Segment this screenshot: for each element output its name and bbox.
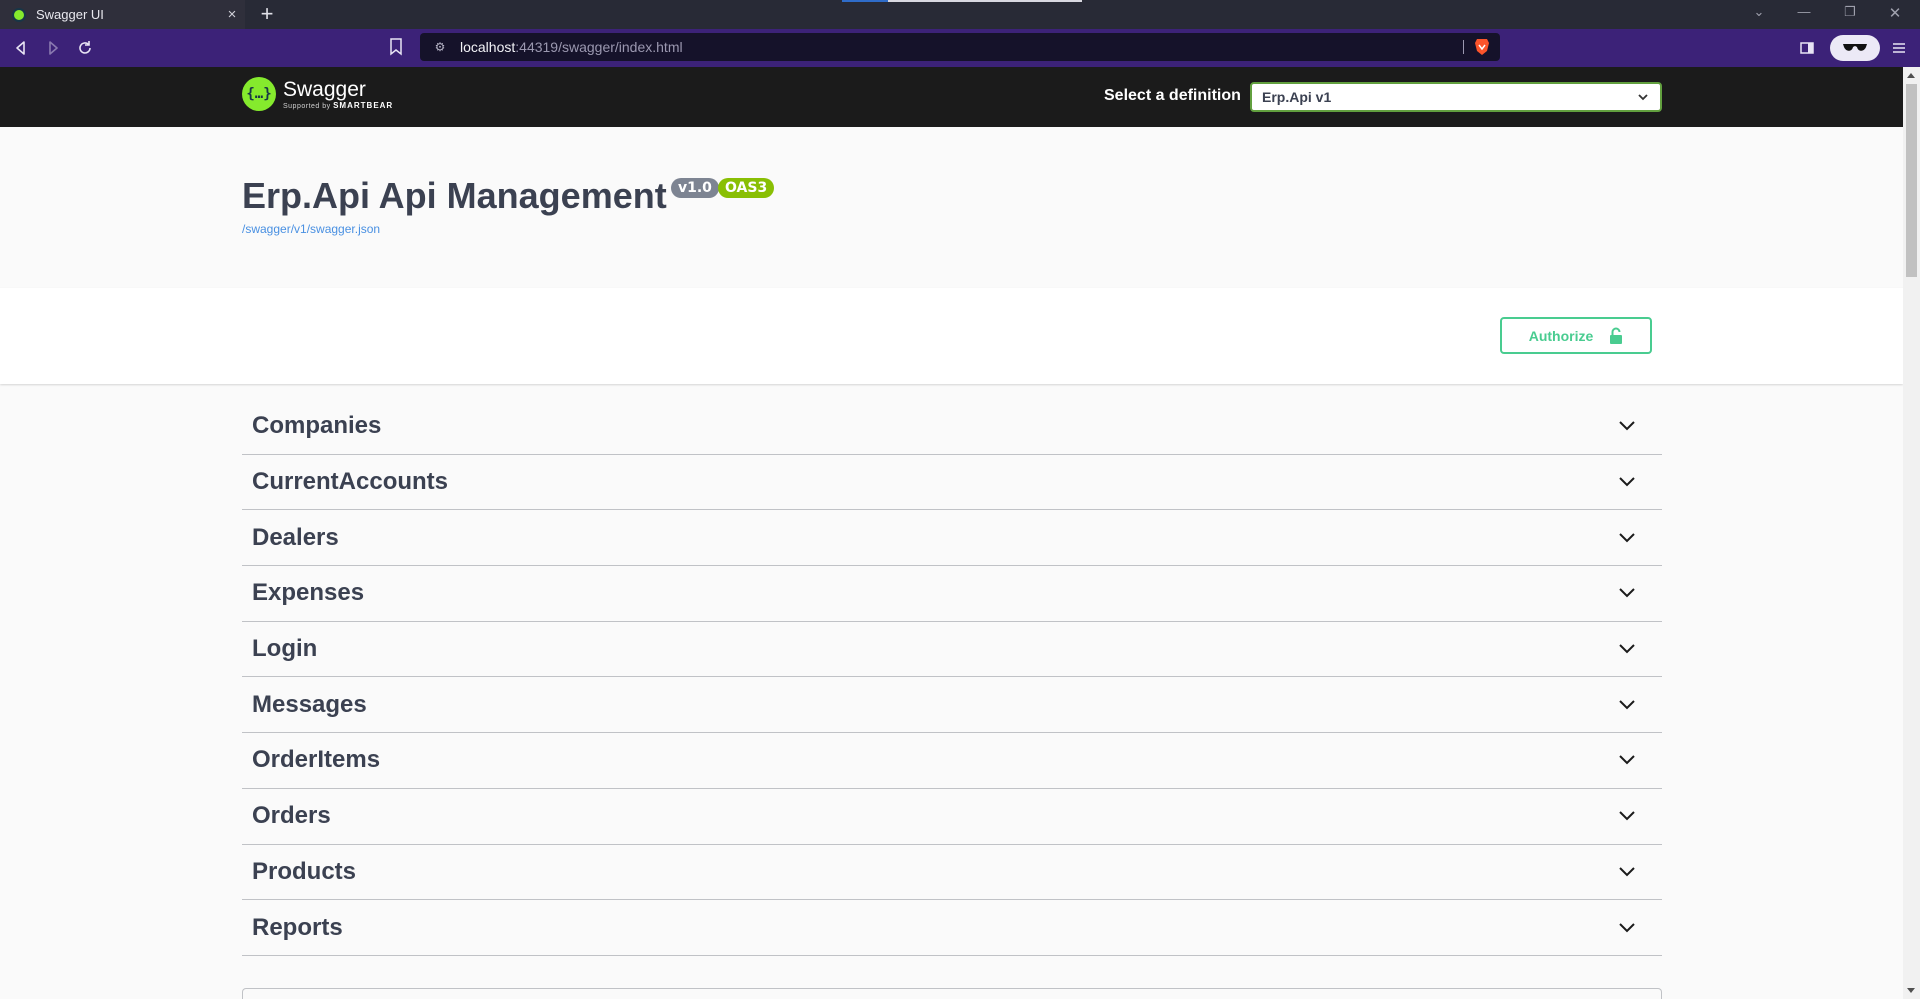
- page-scrollbar[interactable]: [1903, 67, 1920, 999]
- definition-label: Select a definition: [1104, 87, 1241, 104]
- oas-badge: OAS3: [718, 178, 775, 198]
- tab-close-icon[interactable]: ×: [219, 6, 245, 23]
- tag-name: Dealers: [252, 523, 339, 551]
- scrollbar-thumb[interactable]: [1906, 84, 1917, 277]
- tag-list: Companies CurrentAccounts Dealers Expenses L…: [242, 399, 1662, 956]
- scheme-container: Authorize: [0, 288, 1903, 384]
- scroll-up-icon[interactable]: [1907, 73, 1915, 78]
- new-tab-button[interactable]: +: [255, 2, 279, 26]
- brave-shields-icon[interactable]: [1474, 38, 1490, 56]
- swagger-favicon-icon: [12, 7, 26, 22]
- reload-icon[interactable]: [74, 37, 96, 59]
- chevron-down-icon[interactable]: [1617, 528, 1637, 548]
- chevron-down-icon[interactable]: [1617, 862, 1637, 882]
- definition-select-value: Erp.Api v1: [1262, 89, 1332, 105]
- tag-name: Messages: [252, 690, 367, 718]
- address-bar[interactable]: ⚙ localhost:44319/swagger/index.html: [420, 33, 1500, 61]
- api-info-section: Erp.Api Api Management v1.0 OAS3 /swagge…: [0, 127, 1903, 288]
- bookmark-icon[interactable]: [389, 38, 403, 56]
- tag-name: Reports: [252, 913, 343, 941]
- tag-name: CurrentAccounts: [252, 468, 449, 496]
- tag-section[interactable]: OrderItems: [242, 733, 1662, 789]
- tab-strip-indicator: [842, 0, 888, 2]
- tag-name: Products: [252, 857, 357, 885]
- tab-strip-indicator-light: [888, 0, 1082, 2]
- tag-name: Orders: [252, 802, 331, 830]
- tag-section[interactable]: Login: [242, 622, 1662, 678]
- tag-name: Login: [252, 635, 318, 663]
- browser-tab[interactable]: Swagger UI ×: [0, 0, 245, 29]
- chevron-down-icon[interactable]: [1617, 806, 1637, 826]
- extension-glasses-icon[interactable]: [1830, 35, 1880, 61]
- tag-section[interactable]: Dealers: [242, 510, 1662, 567]
- chevron-down-icon: [1638, 94, 1648, 101]
- version-badge: v1.0: [671, 178, 719, 198]
- url-path: :44319/swagger/index.html: [515, 39, 683, 55]
- url-host: localhost: [460, 39, 516, 55]
- tab-search-chevron-icon[interactable]: ⌄: [1747, 4, 1771, 20]
- browser-toolbar: ⚙ localhost:44319/swagger/index.html: [0, 29, 1920, 67]
- chevron-down-icon[interactable]: [1617, 416, 1637, 436]
- back-icon[interactable]: [10, 37, 32, 59]
- scroll-down-icon[interactable]: [1907, 988, 1915, 993]
- chevron-down-icon[interactable]: [1617, 639, 1637, 659]
- lock-icon: [1610, 327, 1623, 344]
- minimize-icon[interactable]: —: [1792, 4, 1816, 19]
- tag-section[interactable]: Reports: [242, 900, 1662, 956]
- tag-section[interactable]: Messages: [242, 677, 1662, 734]
- chevron-down-icon[interactable]: [1617, 583, 1637, 603]
- chevron-down-icon[interactable]: [1617, 918, 1637, 938]
- tag-section[interactable]: CurrentAccounts: [242, 455, 1662, 511]
- authorize-label: Authorize: [1528, 327, 1594, 344]
- sidebar-toggle-icon[interactable]: [1796, 37, 1818, 59]
- url-divider: [1463, 40, 1464, 54]
- spec-json-link[interactable]: /swagger/v1/swagger.json: [242, 222, 380, 236]
- swagger-logo[interactable]: {…} Swagger Supported by SMARTBEAR: [242, 77, 393, 111]
- chevron-down-icon[interactable]: [1617, 750, 1637, 770]
- definition-select[interactable]: Erp.Api v1: [1250, 82, 1662, 112]
- tag-section[interactable]: Expenses: [242, 566, 1662, 622]
- forward-icon[interactable]: [42, 37, 64, 59]
- chevron-down-icon[interactable]: [1617, 472, 1637, 492]
- chevron-down-icon[interactable]: [1617, 695, 1637, 715]
- logo-name: Swagger: [283, 77, 366, 101]
- swagger-topbar: {…} Swagger Supported by SMARTBEAR Selec…: [0, 67, 1903, 127]
- tag-section[interactable]: Orders: [242, 789, 1662, 845]
- authorize-button[interactable]: Authorize: [1500, 317, 1652, 354]
- tag-section[interactable]: Products: [242, 845, 1662, 901]
- tag-name: Expenses: [252, 579, 365, 607]
- tag-name: Companies: [252, 412, 382, 440]
- tag-name: OrderItems: [252, 746, 381, 774]
- logo-subtitle: Supported by SMARTBEAR: [283, 100, 394, 110]
- restore-icon[interactable]: ❐: [1838, 4, 1862, 20]
- tag-section[interactable]: Companies: [242, 399, 1662, 455]
- close-window-icon[interactable]: ✕: [1883, 4, 1907, 22]
- page-title: Erp.Api Api Management: [242, 175, 667, 216]
- swagger-logo-icon: {…}: [242, 77, 276, 111]
- schemas-section: [242, 988, 1662, 999]
- site-settings-icon[interactable]: ⚙: [432, 39, 448, 55]
- tab-title: Swagger UI: [36, 7, 104, 22]
- menu-icon[interactable]: [1888, 37, 1910, 59]
- browser-tabbar: Swagger UI × + ⌄ — ❐ ✕: [0, 0, 1920, 29]
